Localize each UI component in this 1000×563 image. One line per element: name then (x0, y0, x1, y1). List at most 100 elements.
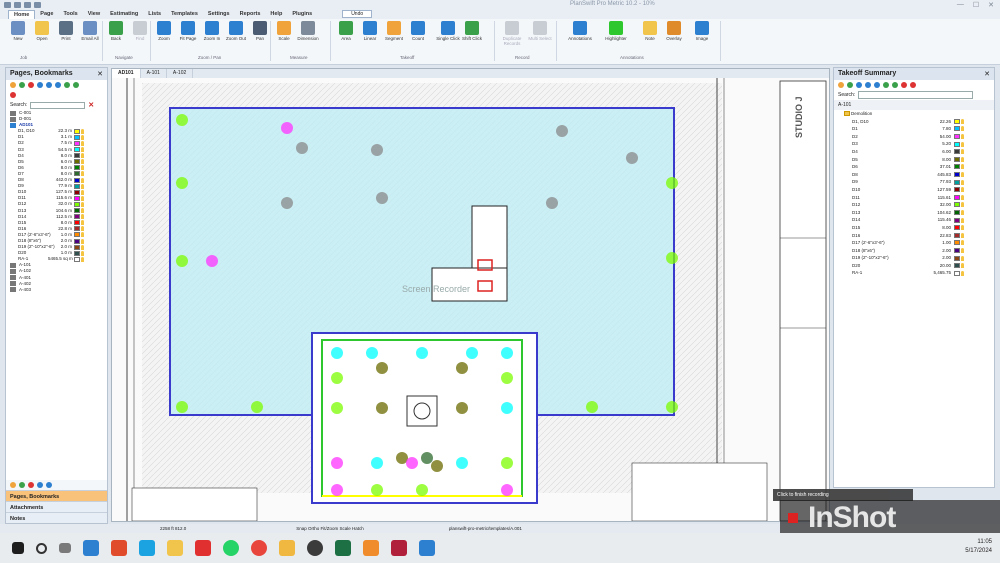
folder-icon[interactable] (10, 82, 16, 88)
count-marker[interactable] (456, 402, 468, 414)
takeoff-row[interactable]: D5 8.00 (844, 156, 994, 164)
bulb-icon[interactable] (81, 232, 84, 238)
bulb-icon[interactable] (961, 172, 964, 178)
takeoff-row[interactable]: D17 (2'-6"x3'-6") 1.00 (844, 239, 994, 247)
bulb-icon[interactable] (961, 126, 964, 132)
bulb-icon[interactable] (961, 194, 964, 200)
bulb-icon[interactable] (81, 128, 84, 134)
bulb-icon[interactable] (961, 232, 964, 238)
count-marker[interactable] (456, 362, 468, 374)
count-marker[interactable] (251, 401, 263, 413)
bulb-icon[interactable] (961, 217, 964, 223)
bulb-icon[interactable] (81, 183, 84, 189)
tool-button-12[interactable]: Dimension (296, 21, 320, 41)
copy-icon[interactable] (874, 82, 880, 88)
tool-button-10[interactable]: Pan (248, 21, 272, 41)
count-marker[interactable] (331, 457, 343, 469)
undo-button[interactable]: Undo (342, 10, 373, 18)
count-marker[interactable] (376, 192, 388, 204)
count-marker[interactable] (376, 362, 388, 374)
bulb-icon[interactable] (81, 244, 84, 250)
add-icon[interactable] (19, 82, 25, 88)
store-icon[interactable] (363, 540, 379, 556)
tab-pages-bookmarks[interactable]: Pages, Bookmarks (6, 490, 107, 501)
bulb-icon[interactable] (81, 189, 84, 195)
bulb-icon[interactable] (961, 164, 964, 170)
bulb-icon[interactable] (961, 141, 964, 147)
bulb-icon[interactable] (81, 214, 84, 220)
tool-button-21[interactable]: Annotations (568, 21, 592, 41)
plus-icon[interactable] (73, 82, 79, 88)
close-icon[interactable]: ✕ (984, 70, 990, 78)
tool-button-1[interactable]: Open (30, 21, 54, 41)
count-marker[interactable] (666, 401, 678, 413)
status-toggles[interactable]: Snap Ortho Fit/Zoom Scale Hatch (296, 526, 364, 531)
tool-button-5[interactable]: Find (128, 21, 152, 41)
count-marker[interactable] (501, 457, 513, 469)
tool-button-3[interactable]: Email All (78, 21, 102, 41)
count-marker[interactable] (281, 122, 293, 134)
takeoff-row[interactable]: D14 115.46 (844, 216, 994, 224)
takeoff-row[interactable]: D12 32.00 (844, 201, 994, 209)
bulb-icon[interactable] (81, 153, 84, 159)
count-marker[interactable] (296, 142, 308, 154)
tab-templates[interactable]: Templates (166, 10, 203, 18)
count-marker[interactable] (666, 252, 678, 264)
tab-tools[interactable]: Tools (58, 10, 82, 18)
bulb-icon[interactable] (961, 179, 964, 185)
bulb-icon[interactable] (81, 226, 84, 232)
count-marker[interactable] (176, 255, 188, 267)
count-marker[interactable] (456, 457, 468, 469)
count-marker[interactable] (666, 177, 678, 189)
tool-button-15[interactable]: Segment (382, 21, 406, 41)
count-marker[interactable] (371, 457, 383, 469)
app-icon[interactable] (111, 540, 127, 556)
maximize-icon[interactable]: ☐ (973, 1, 979, 9)
count-marker[interactable] (431, 460, 443, 472)
stop-icon[interactable] (910, 82, 916, 88)
tool-button-14[interactable]: Linear (358, 21, 382, 41)
bulb-icon[interactable] (81, 250, 84, 256)
count-marker[interactable] (331, 347, 343, 359)
count-marker[interactable] (466, 347, 478, 359)
count-marker[interactable] (501, 484, 513, 496)
filter-icon[interactable] (865, 82, 871, 88)
bulb-icon[interactable] (81, 147, 84, 153)
takeoff-row[interactable]: D9 77.93 (844, 178, 994, 186)
up-icon[interactable] (37, 482, 43, 488)
count-marker[interactable] (376, 402, 388, 414)
windows-start-icon[interactable] (12, 542, 24, 554)
delete-icon[interactable] (28, 82, 34, 88)
tab-settings[interactable]: Settings (203, 10, 235, 18)
tool-button-7[interactable]: Fit Page (176, 21, 200, 41)
count-marker[interactable] (546, 197, 558, 209)
count-marker[interactable] (371, 144, 383, 156)
bulb-icon[interactable] (961, 270, 964, 276)
tab-attachments[interactable]: Attachments (6, 501, 107, 512)
folder-icon[interactable] (838, 82, 844, 88)
count-marker[interactable] (556, 125, 568, 137)
tab-plugins[interactable]: Plugins (287, 10, 317, 18)
tab-help[interactable]: Help (265, 10, 287, 18)
recorder-icon[interactable] (391, 540, 407, 556)
quick-access-toolbar[interactable] (0, 1, 41, 8)
tab-ad101[interactable]: AD101 (112, 69, 141, 78)
takeoff-row[interactable]: D16 22.83 (844, 232, 994, 240)
window-controls[interactable]: — ☐ ✕ (957, 1, 994, 9)
tool-button-2[interactable]: Print (54, 21, 78, 41)
drawing-canvas[interactable]: AD101 A-101 A-102 STUDIO J Screen Record… (111, 68, 830, 522)
browser-icon[interactable] (307, 540, 323, 556)
count-marker[interactable] (176, 401, 188, 413)
file-explorer-icon[interactable] (279, 540, 295, 556)
count-marker[interactable] (586, 401, 598, 413)
count-marker[interactable] (501, 347, 513, 359)
expand-icon[interactable] (64, 82, 70, 88)
count-marker[interactable] (416, 347, 428, 359)
count-marker[interactable] (501, 372, 513, 384)
count-marker[interactable] (206, 255, 218, 267)
close-icon[interactable]: ✕ (988, 1, 994, 9)
takeoff-row[interactable]: D19 (2"-10"x2"-6") 2.00 (844, 254, 994, 262)
takeoff-row[interactable]: D18 (8"x6") 2.00 (844, 247, 994, 255)
tool-button-18[interactable]: Shift Click (460, 21, 484, 41)
tool-button-19[interactable]: Duplicate Records (500, 21, 524, 46)
